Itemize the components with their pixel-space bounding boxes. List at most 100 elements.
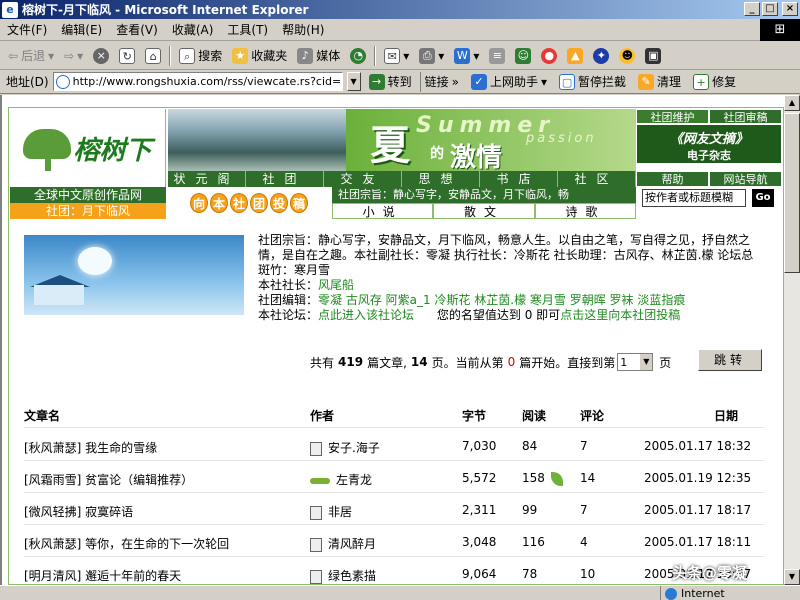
reads-cell: 99 (522, 503, 538, 517)
helper-button[interactable]: ✓ 上网助手 ▾ (467, 72, 551, 92)
qq-icon: ● (541, 47, 558, 64)
msn-button[interactable]: ✦ (589, 45, 613, 67)
site-logo[interactable]: 榕树下 (10, 109, 166, 187)
vertical-scrollbar[interactable]: ▲ ▼ (784, 95, 800, 585)
article-list-header: 文章名 作者 字节 阅读 评论 日期 (24, 407, 764, 427)
forward-button[interactable]: ⇨ ▾ (60, 45, 87, 67)
right-panel: 社团维护 社团审稿 《网友文摘》 电子杂志 (636, 109, 782, 164)
back-button[interactable]: ⇦ 后退 ▾ (4, 45, 58, 67)
menu-help[interactable]: 帮助(H) (275, 21, 331, 38)
menu-file[interactable]: 文件(F) (0, 21, 54, 38)
bytes-cell: 2,311 (462, 503, 497, 517)
home-button[interactable]: ⌂ (141, 45, 165, 67)
repair-button[interactable]: + 修复 (689, 72, 740, 92)
submit-link[interactable]: 点击这里向本社团投稿 (560, 308, 680, 322)
nav-shequ[interactable]: 社区 (558, 171, 636, 187)
help-link[interactable]: 帮助 (636, 171, 709, 187)
society-maintain-link[interactable]: 社团维护 (636, 109, 709, 124)
favorites-button[interactable]: ★ 收藏夹 (228, 45, 291, 67)
table-row: [微风轻拂] 寂寞碎语 非居 2,311 99 7 2005.01.17 18:… (24, 503, 764, 523)
site-guide-link[interactable]: 网站导航 (709, 171, 782, 187)
category-poetry[interactable]: 诗歌 (534, 203, 636, 219)
nav-sixiang[interactable]: 思想 (402, 171, 480, 187)
article-title-link[interactable]: [秋风萧瑟] 等你，在生命的下一次轮回 (24, 535, 229, 552)
scroll-up-icon[interactable]: ▲ (784, 95, 800, 111)
nav-jiaoyou[interactable]: 交友 (324, 171, 402, 187)
nav-shudian[interactable]: 书店 (480, 171, 558, 187)
close-button[interactable]: × (782, 2, 798, 16)
popup-block-label: 暂停拦截 (578, 75, 627, 89)
magazine-banner[interactable]: 《网友文摘》 电子杂志 (636, 124, 782, 164)
qq-button[interactable]: ● (537, 45, 561, 67)
banner-coast-photo (168, 109, 346, 171)
status-bar: Internet (0, 585, 800, 600)
film-button[interactable]: ▣ (641, 45, 665, 67)
toolbar-separator (169, 45, 172, 66)
media-button[interactable]: ♪ 媒体 (293, 45, 344, 67)
header-date: 日期 (714, 409, 739, 423)
author-link[interactable]: 非居 (328, 505, 352, 519)
scroll-thumb[interactable] (784, 113, 800, 273)
minimize-button[interactable]: _ (744, 2, 760, 16)
page-unit-label: 页 (659, 355, 672, 370)
media-label: 媒体 (316, 49, 341, 63)
category-novel[interactable]: 小说 (332, 203, 434, 219)
messenger-button[interactable]: ☺ (511, 45, 535, 67)
mail-button[interactable]: ✉ ▾ (380, 45, 413, 67)
window-controls: _ □ × (744, 2, 798, 16)
author-link[interactable]: 清风醉月 (328, 537, 376, 551)
refresh-button[interactable]: ↻ (115, 45, 139, 67)
edit-button[interactable]: W ▾ (450, 45, 483, 67)
page-select-value: 1 (620, 355, 628, 369)
menu-favorites[interactable]: 收藏(A) (165, 21, 221, 38)
history-button[interactable]: ◔ (346, 45, 370, 67)
leader-link[interactable]: 风尾船 (318, 278, 354, 292)
menu-edit[interactable]: 编辑(E) (54, 21, 109, 38)
nav-shetuan[interactable]: 社团 (246, 171, 324, 187)
forward-arrow-icon: ⇨ (64, 48, 75, 63)
toolbar-separator (374, 45, 377, 66)
banner-passion: passion (526, 131, 597, 146)
award-button[interactable]: ▲ (563, 45, 587, 67)
date-cell: 2005.01.17 18:17 (644, 503, 752, 517)
mail-icon: ✉ (384, 47, 401, 64)
print-button[interactable]: ⎙ ▾ (415, 45, 448, 67)
comments-cell: 7 (580, 503, 588, 517)
smiley-button[interactable]: ☻ (615, 45, 639, 67)
search-button[interactable]: ⌕ 搜索 (175, 45, 226, 67)
site-search-go-button[interactable]: Go (752, 189, 774, 207)
start-suffix: 篇开始。直接到第 (519, 355, 616, 370)
article-title-link[interactable]: [微风轻拂] 寂寞碎语 (24, 503, 133, 520)
submit-manuscript-button[interactable]: 向 本 社 团 投 稿 (168, 187, 330, 219)
word-edit-icon: W (454, 47, 471, 64)
address-dropdown-icon[interactable]: ▼ (346, 72, 361, 91)
article-title-link[interactable]: [风霜雨雪] 贫富论（编辑推荐） (24, 471, 193, 488)
nav-zhuangyuange[interactable]: 状元阁 (168, 171, 246, 187)
category-prose[interactable]: 散文 (433, 203, 535, 219)
comments-cell: 4 (580, 535, 588, 549)
author-link[interactable]: 安子.海子 (328, 441, 380, 455)
page-select[interactable]: 1 ▼ (617, 353, 654, 371)
editors-links[interactable]: 零凝 古风存 阿紫a_1 冷斯花 林芷茵.檬 寒月雪 罗朝晖 罗袜 淡蓝指痕 (318, 293, 685, 307)
stop-button[interactable]: × (89, 45, 113, 67)
popup-block-button[interactable]: ▢ 暂停拦截 (555, 72, 630, 92)
forum-link[interactable]: 点此进入该社论坛 (318, 308, 414, 322)
menu-tools[interactable]: 工具(T) (220, 21, 275, 38)
summer-banner[interactable]: 夏 Summer 的 激情 passion (346, 109, 636, 171)
menu-view[interactable]: 查看(V) (109, 21, 165, 38)
go-button[interactable]: → 转到 (365, 72, 416, 92)
maximize-button[interactable]: □ (762, 2, 778, 16)
discuss-button[interactable]: ≡ (485, 45, 509, 67)
society-review-link[interactable]: 社团审稿 (709, 109, 782, 124)
site-search-input[interactable]: 按作者或标题模糊 (642, 189, 746, 207)
article-title-link[interactable]: [秋风萧瑟] 我生命的雪缘 (24, 439, 157, 456)
clean-button[interactable]: ✎ 清理 (634, 72, 685, 92)
scroll-down-icon[interactable]: ▼ (784, 569, 800, 585)
right-panel-top: 社团维护 社团审稿 (636, 109, 782, 124)
links-button[interactable]: 链接 » (419, 71, 463, 92)
author-link[interactable]: 绿色素描 (328, 569, 376, 583)
address-input[interactable]: http://www.rongshuxia.com/rss/viewcate.r… (52, 72, 343, 91)
article-title-link[interactable]: [明月清风] 邂逅十年前的春天 (24, 567, 181, 584)
jump-button[interactable]: 跳转 (698, 349, 762, 371)
author-link[interactable]: 左青龙 (336, 473, 372, 487)
